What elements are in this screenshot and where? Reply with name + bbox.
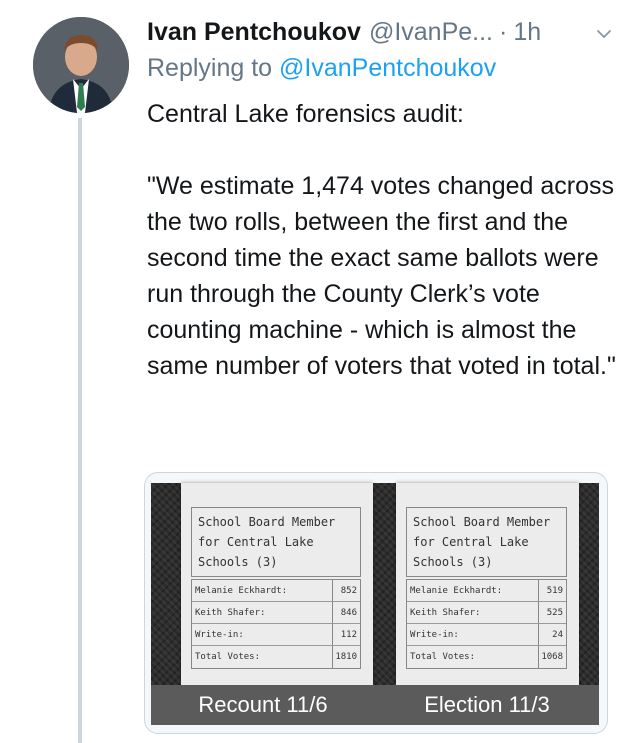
receipt-row-label: Write-in: [195,630,244,640]
receipt-row-label: Keith Shafer: [410,608,481,618]
receipt-row-label: Keith Shafer: [195,608,266,618]
receipt-row-value: 519 [538,580,566,601]
separator-dot: · [499,17,508,46]
ballot-receipt-photo[interactable]: School Board Member for Central Lake Sch… [151,483,599,725]
receipt-row-label: Melanie Eckhardt: [410,586,503,596]
tweet-header: Ivan Pentchoukov @IvanPe... · 1h [147,14,620,50]
receipt-row: Melanie Eckhardt: 852 [192,580,360,602]
receipt-title: School Board Member for Central Lake Sch… [191,507,361,577]
receipt-election: School Board Member for Central Lake Sch… [396,483,579,685]
receipt-row-value: 24 [538,624,566,645]
receipt-row-value: 846 [332,602,360,623]
caption-recount: Recount 11/6 [198,692,328,717]
receipt-row: Write-in: 24 [407,624,566,646]
reply-mention-link[interactable]: @IvanPentchoukov [279,54,496,82]
thread-connector-line [78,118,82,743]
replying-to-label: Replying to [147,54,273,82]
receipt-row: Melanie Eckhardt: 519 [407,580,566,602]
avatar[interactable] [33,17,129,113]
tweet-timestamp[interactable]: 1h [513,18,541,47]
author-name[interactable]: Ivan Pentchoukov [147,18,361,47]
photo-caption-bar: Recount 11/6 Election 11/3 [151,685,599,725]
receipt-row: Total Votes: 1068 [407,646,566,668]
chevron-down-icon[interactable] [596,26,612,42]
receipt-row-value: 1810 [332,646,360,668]
caption-election: Election 11/3 [424,692,550,717]
tweet-media-card[interactable]: School Board Member for Central Lake Sch… [144,472,608,734]
receipt-row: Keith Shafer: 846 [192,602,360,624]
replying-to-line: Replying to @IvanPentchoukov [147,54,496,83]
receipt-row: Keith Shafer: 525 [407,602,566,624]
receipt-row-label: Melanie Eckhardt: [195,586,288,596]
receipt-row-value: 852 [332,580,360,601]
receipt-row-label: Write-in: [410,630,459,640]
receipt-recount: School Board Member for Central Lake Sch… [181,483,373,685]
receipt-title: School Board Member for Central Lake Sch… [406,507,567,577]
author-handle[interactable]: @IvanPe... [369,18,493,47]
receipt-row-label: Total Votes: [410,652,476,662]
profile-photo [33,17,129,113]
receipt-row-label: Total Votes: [195,652,261,662]
receipt-row-value: 112 [332,624,360,645]
receipt-row: Write-in: 112 [192,624,360,646]
tweet-text: Central Lake forensics audit: "We estima… [147,100,616,380]
receipt-table: Melanie Eckhardt: 852 Keith Shafer: 846 Wr… [191,579,361,669]
receipt-row-value: 1068 [538,646,566,668]
receipt-table: Melanie Eckhardt: 519 Keith Shafer: 525 Wr… [406,579,567,669]
receipt-row-value: 525 [538,602,566,623]
receipt-row: Total Votes: 1810 [192,646,360,668]
